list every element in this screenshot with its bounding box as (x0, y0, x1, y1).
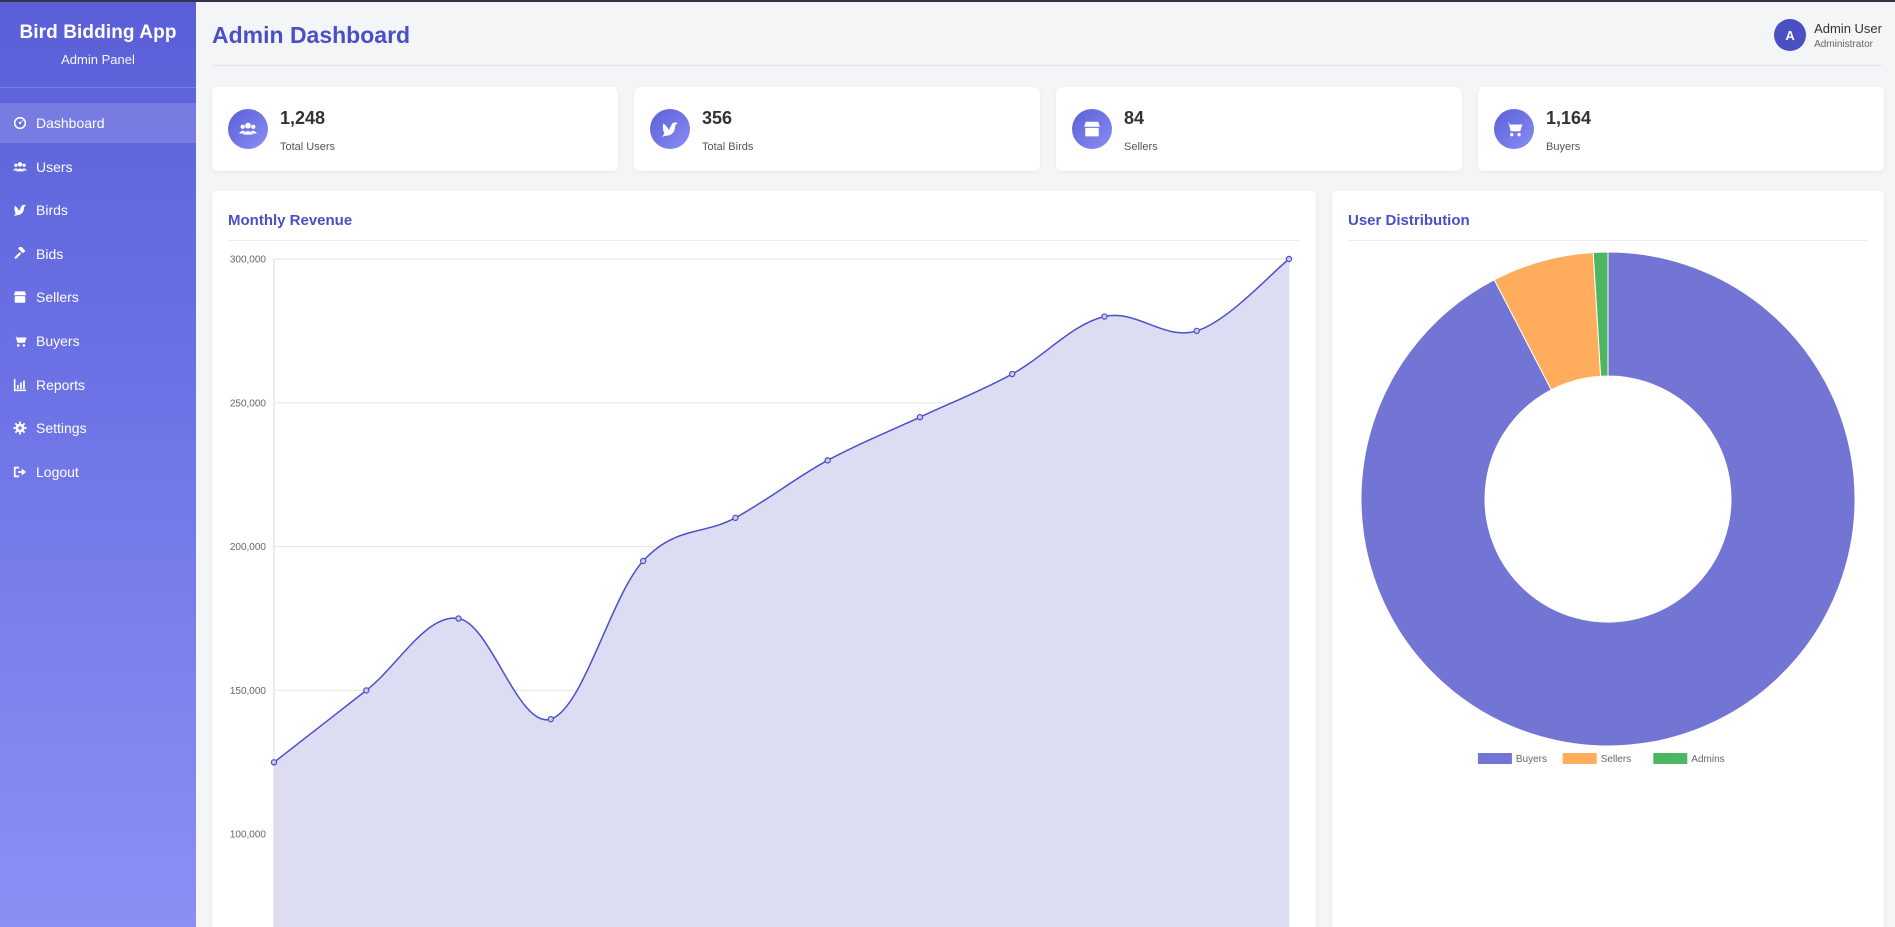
y-tick-label: 100,000 (230, 830, 267, 841)
sidebar-item-birds[interactable]: Birds (0, 190, 196, 230)
stat-value: 1,164 (1546, 108, 1592, 128)
top-header: Admin Dashboard A Admin User Administrat… (212, 2, 1882, 66)
legend-swatch-sellers (1562, 753, 1597, 764)
data-point (1008, 370, 1016, 378)
app-title: Bird Bidding App (19, 22, 177, 43)
data-point (1101, 313, 1108, 320)
avatar: A (1774, 19, 1807, 51)
y-tick-label: 200,000 (230, 542, 267, 553)
gavel-icon (13, 246, 27, 261)
sidebar-item-label: Sellers (36, 289, 79, 306)
cart-icon (1494, 109, 1534, 149)
sidebar-item-label: Birds (36, 202, 68, 219)
y-tick-label: 250,000 (230, 398, 267, 409)
stat-label: Total Users (280, 141, 336, 153)
user-role: Administrator (1814, 38, 1873, 50)
legend-swatch-admins (1653, 753, 1688, 764)
data-point (455, 615, 462, 622)
area-fill (274, 259, 1289, 927)
brand: Bird Bidding App Admin Panel (0, 0, 196, 88)
distribution-panel: User Distribution Buyers Sellers Admins (1332, 191, 1884, 927)
chart-icon (13, 378, 27, 392)
stat-value: 356 (702, 108, 733, 128)
sidebar-item-dashboard[interactable]: Dashboard (0, 103, 196, 143)
page-title: Admin Dashboard (212, 22, 411, 48)
data-point (363, 687, 370, 694)
cart-icon (13, 334, 27, 348)
revenue-chart: 300,000 250,000 200,000 150,000 100,000 (230, 255, 1293, 927)
stat-value: 84 (1124, 108, 1145, 128)
window-top-border (0, 0, 1895, 2)
user-name: Admin User (1814, 20, 1882, 36)
stat-card-sellers: 84 Sellers (1056, 87, 1462, 171)
sidebar-item-reports[interactable]: Reports (0, 365, 196, 405)
logout-icon (13, 465, 27, 479)
stat-value: 1,248 (280, 108, 326, 128)
user-menu[interactable]: A Admin User Administrator (1774, 19, 1882, 51)
sidebar-item-bids[interactable]: Bids (0, 234, 196, 274)
sidebar-item-label: Reports (36, 376, 86, 393)
users-icon (13, 160, 27, 174)
legend-label-buyers: Buyers (1516, 754, 1547, 765)
data-point (1285, 255, 1293, 263)
sidebar-item-users[interactable]: Users (0, 147, 196, 187)
stat-label: Sellers (1124, 141, 1158, 153)
sidebar-item-label: Users (36, 158, 73, 175)
data-point (824, 457, 831, 464)
sidebar-item-label: Settings (36, 420, 87, 437)
data-point (547, 715, 555, 723)
revenue-panel: Monthly Revenue 300,000 250,000 200,000 150… (212, 191, 1316, 927)
sidebar-nav: Dashboard Users Birds Bids Sellers Buyer… (0, 103, 196, 492)
store-icon (13, 290, 27, 304)
sidebar-item-buyers[interactable]: Buyers (0, 321, 196, 361)
sidebar-item-label: Logout (36, 463, 79, 480)
app-subtitle: Admin Panel (61, 52, 135, 67)
data-point (639, 557, 647, 565)
sidebar-item-label: Bids (36, 245, 64, 262)
y-tick-label: 150,000 (230, 686, 267, 697)
data-point (732, 514, 739, 522)
sidebar-item-settings[interactable]: Settings (0, 408, 196, 448)
data-point (916, 413, 924, 421)
data-point (270, 759, 278, 766)
dove-icon (650, 109, 690, 149)
users-icon (228, 109, 268, 149)
stat-label: Buyers (1546, 141, 1581, 153)
legend-label-sellers: Sellers (1601, 754, 1632, 765)
dove-icon (13, 203, 27, 217)
distribution-chart: Buyers Sellers Admins (1360, 251, 1856, 765)
data-point (1193, 327, 1200, 335)
stat-label: Total Birds (702, 141, 754, 153)
stat-card-total-birds: 356 Total Birds (634, 87, 1040, 171)
sidebar-item-sellers[interactable]: Sellers (0, 277, 196, 317)
sidebar-item-label: Dashboard (36, 115, 105, 131)
sidebar: Bird Bidding App Admin Panel Dashboard U… (0, 0, 196, 927)
y-tick-label: 300,000 (230, 255, 267, 266)
sidebar-item-label: Buyers (36, 332, 80, 349)
legend-swatch-buyers (1477, 753, 1512, 764)
sidebar-item-logout[interactable]: Logout (0, 452, 196, 492)
stat-card-buyers: 1,164 Buyers (1478, 87, 1884, 171)
legend-label-admins: Admins (1691, 754, 1724, 765)
gear-icon (13, 421, 27, 435)
store-icon (1072, 109, 1112, 149)
stat-card-total-users: 1,248 Total Users (212, 87, 618, 171)
gauge-icon (13, 116, 27, 130)
